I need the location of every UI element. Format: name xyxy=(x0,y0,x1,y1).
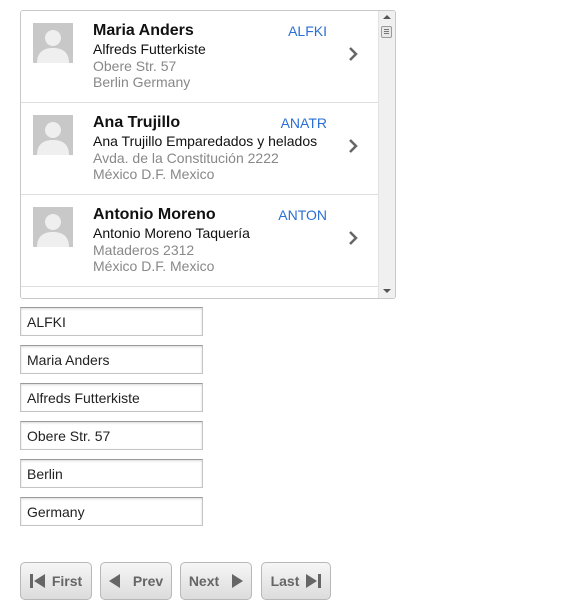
first-button[interactable]: First xyxy=(20,562,92,600)
customer-list-view: Maria Anders Alfreds Futterkiste Obere S… xyxy=(20,10,396,299)
skip-first-icon xyxy=(29,574,46,588)
scrollbar-thumb[interactable] xyxy=(381,26,392,38)
customer-id: ANTON xyxy=(278,207,327,223)
list-item[interactable]: Maria Anders Alfreds Futterkiste Obere S… xyxy=(21,11,379,103)
chevron-right-icon[interactable] xyxy=(347,138,359,154)
prev-button-label: Prev xyxy=(132,573,164,589)
customer-list: Maria Anders Alfreds Futterkiste Obere S… xyxy=(21,11,379,298)
list-item[interactable]: Ana Trujillo Ana Trujillo Emparedados y … xyxy=(21,103,379,195)
customer-company: Alfreds Futterkiste xyxy=(93,41,206,57)
customer-company: Ana Trujillo Emparedados y helados xyxy=(93,133,318,149)
customer-name: Ana Trujillo xyxy=(93,114,181,131)
customer-address: Avda. de la Constitución 2222 xyxy=(93,150,279,166)
next-button[interactable]: Next xyxy=(180,562,252,600)
city-field[interactable] xyxy=(20,459,203,488)
company-name-field[interactable] xyxy=(20,383,203,412)
last-button-label: Last xyxy=(270,573,300,589)
chevron-right-icon[interactable] xyxy=(347,230,359,246)
triangle-right-icon xyxy=(231,574,244,588)
customer-id-field[interactable] xyxy=(20,307,203,336)
contact-name-field[interactable] xyxy=(20,345,203,374)
customer-city-country: México D.F. Mexico xyxy=(93,166,215,182)
list-item-partial[interactable] xyxy=(21,287,379,298)
list-item[interactable]: Antonio Moreno Antonio Moreno Taquería M… xyxy=(21,195,379,287)
scroll-down-arrow-icon[interactable] xyxy=(383,289,391,293)
customer-city-country: México D.F. Mexico xyxy=(93,258,215,274)
customer-name: Maria Anders xyxy=(93,22,194,39)
customer-company: Antonio Moreno Taquería xyxy=(93,225,250,241)
customer-id: ANATR xyxy=(280,115,327,131)
avatar-placeholder-icon xyxy=(33,23,73,63)
avatar-placeholder-icon xyxy=(33,115,73,155)
country-field[interactable] xyxy=(20,497,203,526)
address-field[interactable] xyxy=(20,421,203,450)
last-button[interactable]: Last xyxy=(261,562,331,600)
next-button-label: Next xyxy=(188,573,220,589)
first-button-label: First xyxy=(51,573,83,589)
triangle-left-icon xyxy=(108,574,121,588)
skip-last-icon xyxy=(305,574,322,588)
customer-id: ALFKI xyxy=(288,23,327,39)
list-scrollbar[interactable] xyxy=(378,11,395,298)
prev-button[interactable]: Prev xyxy=(100,562,172,600)
customer-address: Mataderos 2312 xyxy=(93,242,195,258)
scroll-up-arrow-icon[interactable] xyxy=(383,15,391,19)
chevron-right-icon[interactable] xyxy=(347,46,359,62)
customer-address: Obere Str. 57 xyxy=(93,58,177,74)
customer-city-country: Berlin Germany xyxy=(93,74,191,90)
avatar-placeholder-icon xyxy=(33,207,73,247)
customer-name: Antonio Moreno xyxy=(93,206,216,223)
